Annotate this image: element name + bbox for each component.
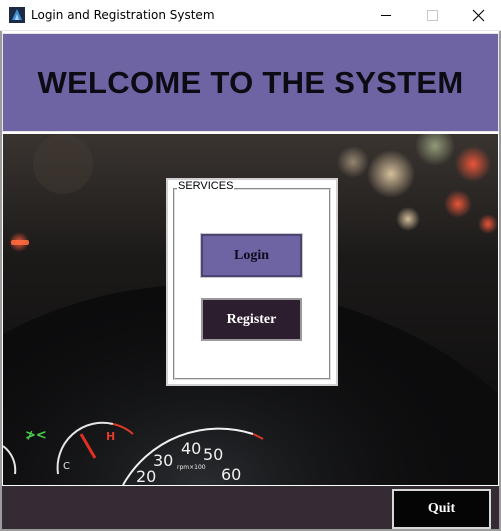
quit-button[interactable]: Quit: [392, 489, 491, 529]
svg-text:≯<: ≯<: [25, 428, 47, 443]
close-icon[interactable]: [455, 0, 501, 31]
svg-text:C: C: [63, 461, 70, 472]
page-title: WELCOME TO THE SYSTEM: [37, 64, 464, 100]
maximize-icon[interactable]: [409, 0, 455, 31]
svg-text:40: 40: [181, 439, 201, 458]
svg-text:rpm×100: rpm×100: [177, 464, 206, 471]
svg-text:60: 60: [221, 465, 241, 484]
svg-text:20: 20: [136, 467, 156, 485]
register-button[interactable]: Register: [201, 298, 302, 341]
svg-text:50: 50: [203, 445, 223, 464]
svg-text:H: H: [106, 430, 115, 443]
window-titlebar[interactable]: Login and Registration System: [0, 0, 501, 31]
services-groupbox: [173, 188, 331, 380]
services-panel: SERVICES: [166, 178, 338, 386]
minimize-icon[interactable]: [363, 0, 409, 31]
services-legend: SERVICES: [177, 180, 235, 192]
login-button[interactable]: Login: [200, 233, 303, 278]
window-title: Login and Registration System: [31, 8, 215, 22]
welcome-header: WELCOME TO THE SYSTEM: [2, 33, 499, 132]
app-logo-icon: [9, 7, 25, 23]
